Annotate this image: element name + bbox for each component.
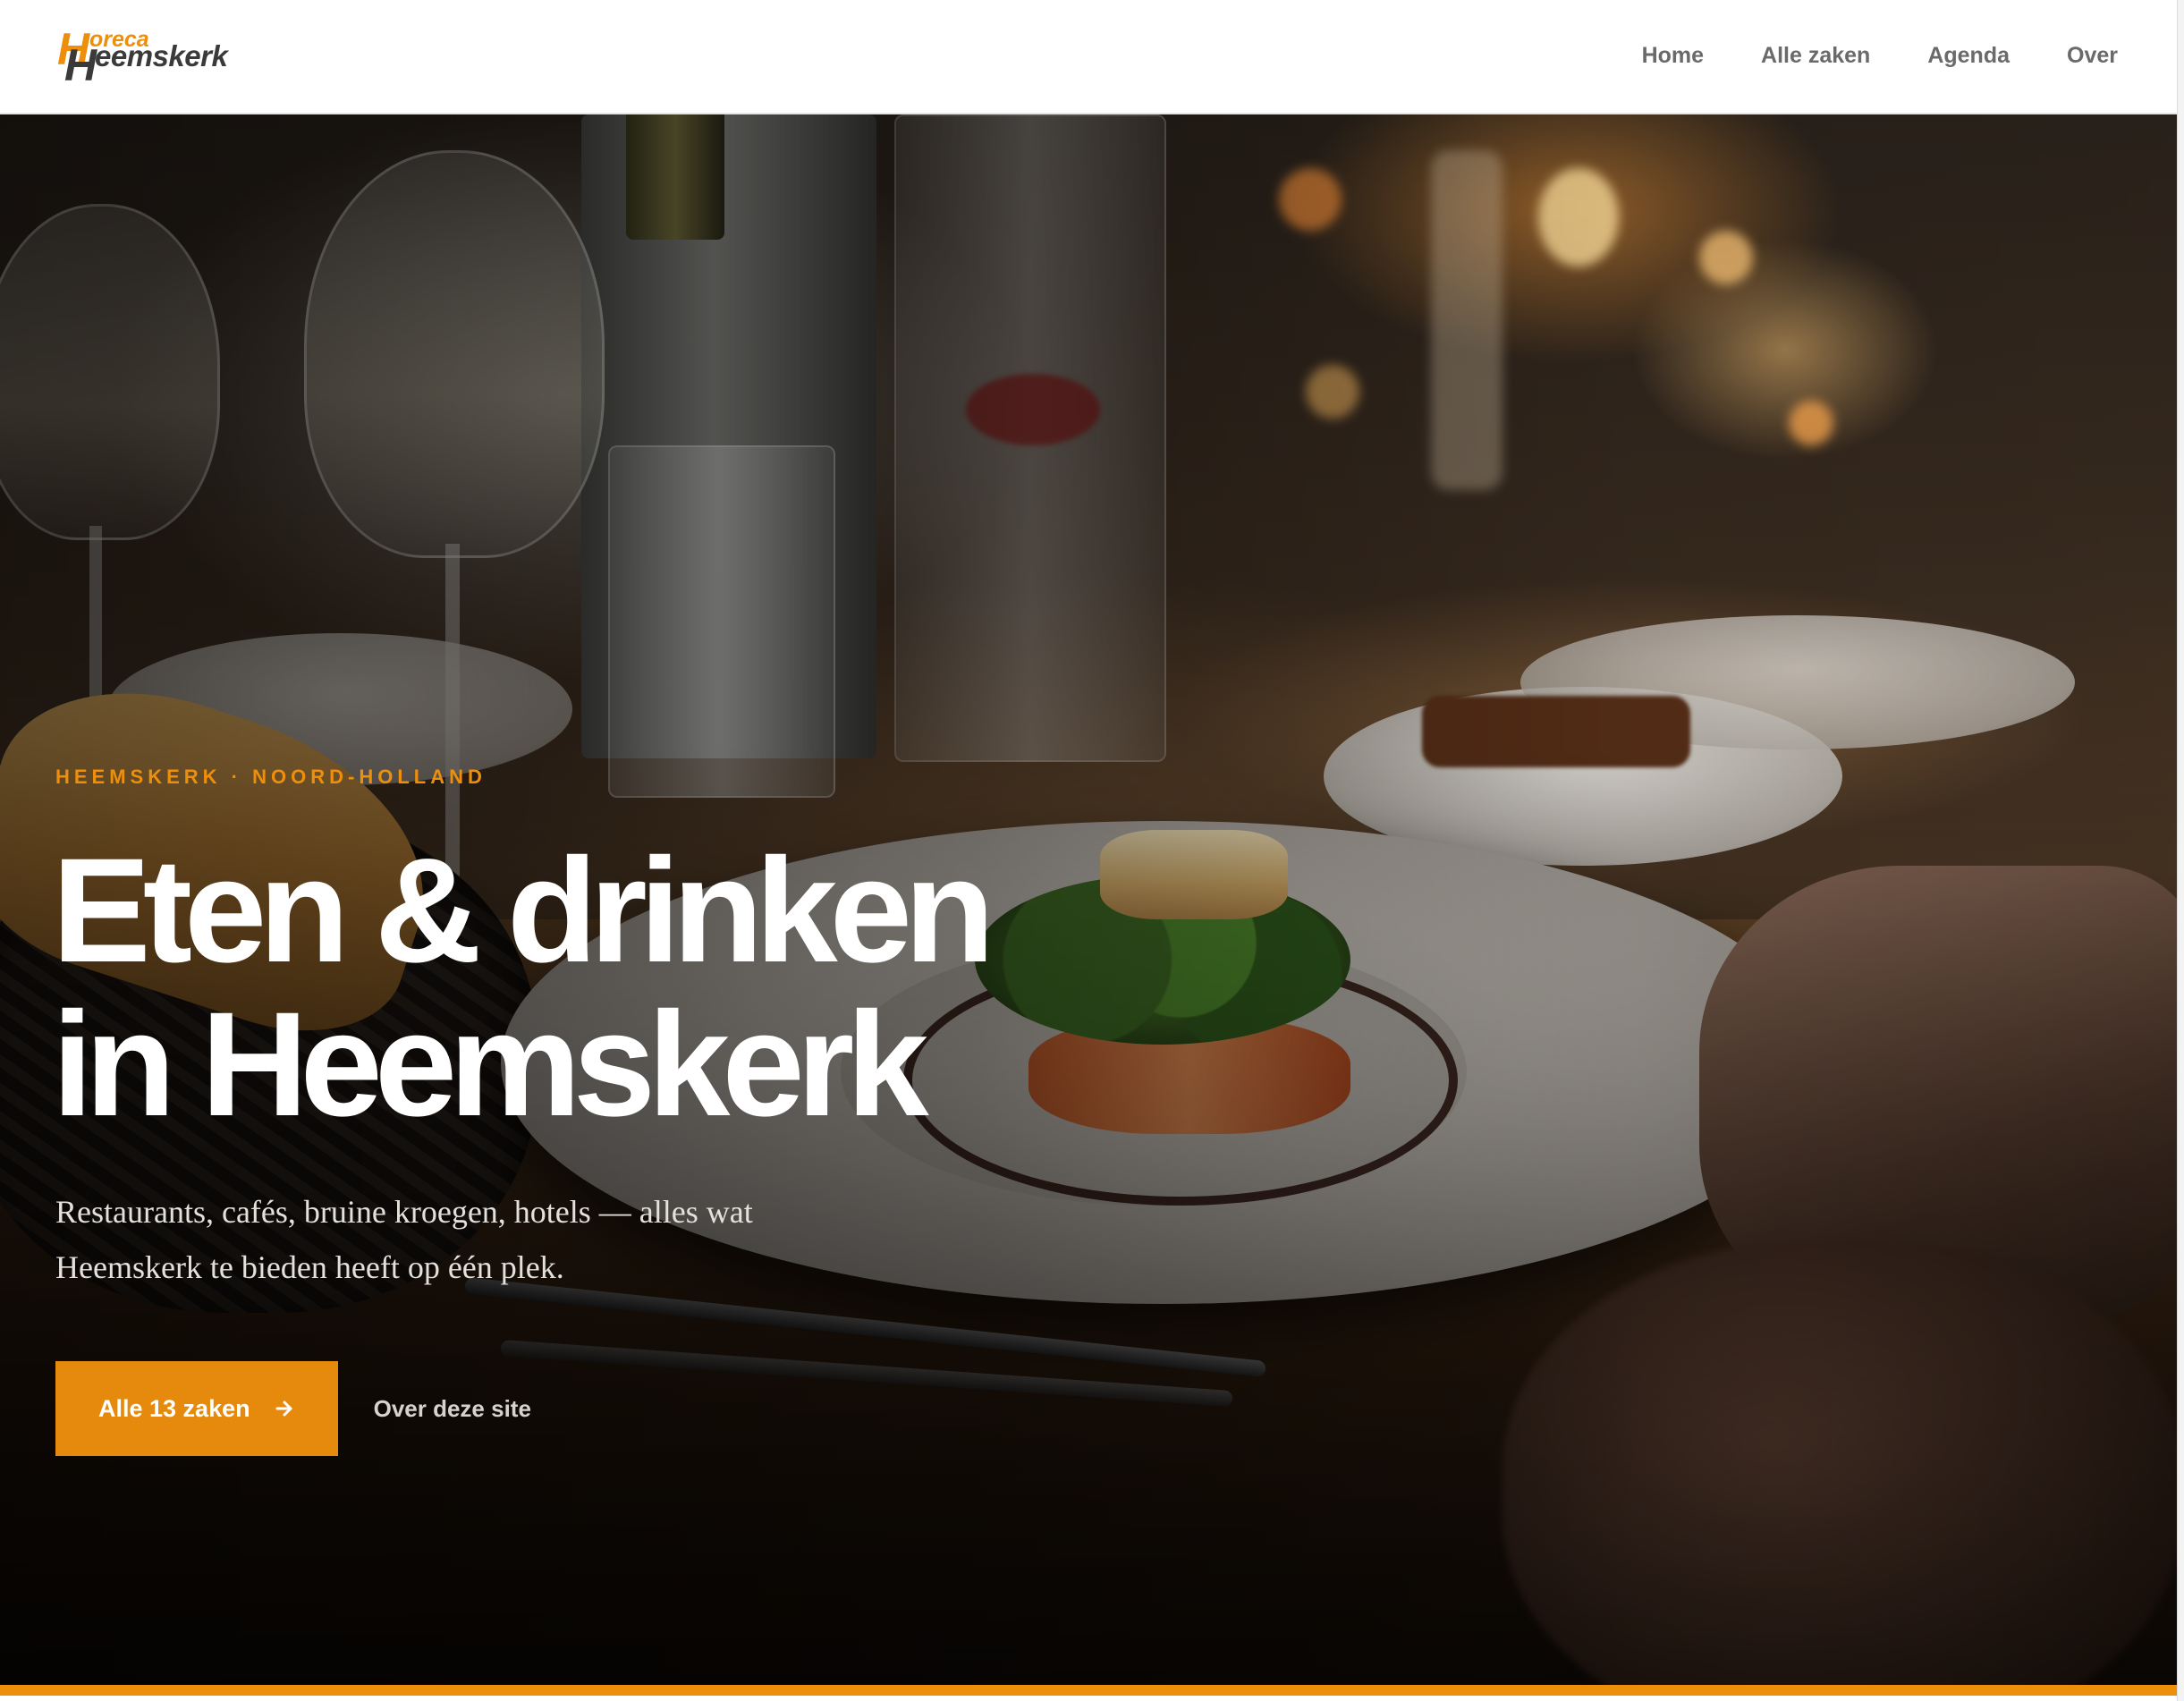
nav-item-alle-zaken[interactable]: Alle zaken xyxy=(1761,43,1870,69)
window-scrollbar-edge xyxy=(2177,0,2184,1701)
about-site-link[interactable]: Over deze site xyxy=(374,1395,531,1423)
hero-cta-row: Alle 13 zaken Over deze site xyxy=(55,1361,531,1456)
all-businesses-button-label: Alle 13 zaken xyxy=(98,1394,250,1422)
arrow-right-icon xyxy=(274,1398,295,1419)
nav-item-agenda[interactable]: Agenda xyxy=(1927,43,2010,69)
horeca-heemskerk-logo[interactable]: H H oreca eemskerk xyxy=(55,23,234,88)
hero-subtitle-line-1: Restaurants, cafés, bruine kroegen, hote… xyxy=(55,1194,753,1230)
main-nav: Home Alle zaken Agenda Over xyxy=(1585,0,2118,111)
page-bottom-strip xyxy=(0,1696,2177,1701)
all-businesses-button[interactable]: Alle 13 zaken xyxy=(55,1361,338,1456)
accent-bar xyxy=(0,1685,2177,1696)
nav-item-over[interactable]: Over xyxy=(2067,43,2118,69)
hero-title-line-1: Eten & drinken xyxy=(52,828,995,994)
hero-subtitle-line-2: Heemskerk te bieden heeft op één plek. xyxy=(55,1249,564,1285)
hero-title: Eten & drinken in Heemskerk xyxy=(52,834,995,1142)
hero-subtitle: Restaurants, cafés, bruine kroegen, hote… xyxy=(55,1184,914,1295)
hero-title-line-2: in Heemskerk xyxy=(52,982,929,1147)
nav-item-home[interactable]: Home xyxy=(1642,43,1704,69)
site-header: H H oreca eemskerk Home Alle zaken Agend… xyxy=(0,0,2177,114)
hero-section: HEEMSKERK · NOORD-HOLLAND Eten & drinken… xyxy=(0,114,2177,1685)
logo-word-bottom: eemskerk xyxy=(95,39,228,72)
hero-kicker: HEEMSKERK · NOORD-HOLLAND xyxy=(55,766,487,788)
